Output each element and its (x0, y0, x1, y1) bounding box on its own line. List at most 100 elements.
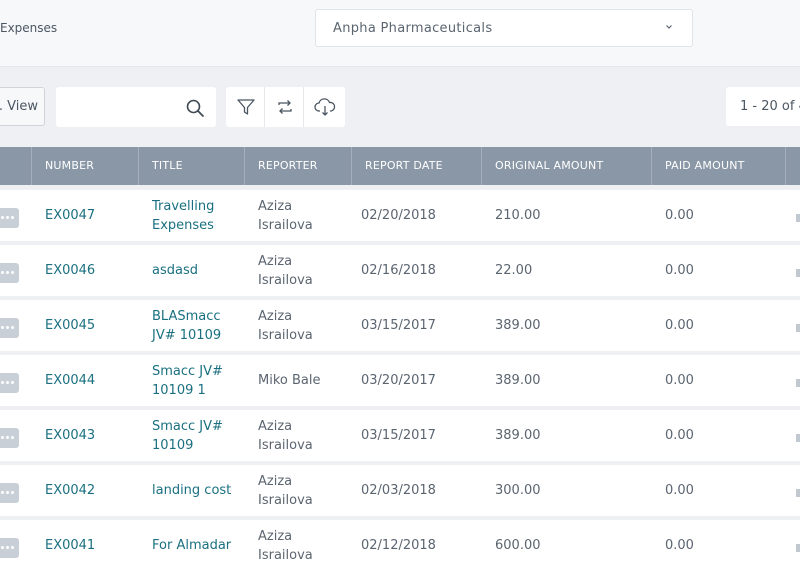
column-header-original-amount[interactable]: Original Amount (481, 147, 651, 185)
table-row[interactable]: EX0041 For Almadar Aziza Israilova 02/12/201… (0, 520, 800, 571)
original-amount-line: 600.00 (495, 538, 541, 553)
expense-title-link[interactable]: asdasd (152, 261, 198, 280)
view-button-label: View ... (0, 99, 38, 114)
column-header-title[interactable]: Title (138, 147, 244, 185)
sync-icon (278, 100, 292, 114)
report-date-line: 03/20/2017 (361, 373, 436, 388)
expense-title-link[interactable]: Travelling Expenses (152, 197, 214, 235)
original-amount: 22.00 (495, 261, 532, 280)
row-actions-icon[interactable] (0, 208, 19, 228)
original-amount: 300.00 (495, 481, 541, 500)
column-header-report-date[interactable]: Report Date (351, 147, 481, 185)
table-row[interactable]: EX0046 asdasd Aziza Israilova 02/16/2018 22.0… (0, 245, 800, 296)
expense-title-link[interactable]: For Almadar (152, 536, 231, 555)
expense-title-link[interactable]: BLASmacc JV# 10109 (152, 307, 221, 345)
expense-number-link[interactable]: EX0044 (45, 371, 95, 390)
row-actions-icon[interactable] (0, 373, 19, 393)
search-input[interactable] (56, 87, 176, 127)
reporter-name: Aziza Israilova (258, 197, 313, 235)
expense-number-link[interactable]: EX0043 (45, 426, 95, 445)
expense-number-link[interactable]: EX0042 (45, 481, 95, 500)
expense-title-link[interactable]: Smacc JV# 10109 1 (152, 362, 223, 400)
expense-title-link-line: Smacc JV# (152, 364, 223, 379)
reporter-name-line: Israilova (258, 548, 313, 563)
expense-title-link-line: Expenses (152, 218, 214, 233)
row-actions-icon[interactable] (0, 428, 19, 448)
reporter-name-line: Israilova (258, 218, 313, 233)
top-bar: Expenses Anpha Pharmaceuticals (0, 0, 800, 67)
paid-amount: 0.00 (665, 426, 694, 445)
expense-title-link[interactable]: landing cost (152, 481, 231, 500)
paid-amount: 0.00 (665, 206, 694, 225)
search-icon[interactable] (185, 98, 205, 118)
expense-number-link-line: EX0042 (45, 483, 96, 498)
reporter-name-line: Aziza (258, 419, 293, 434)
cloud-download-icon (314, 98, 336, 116)
expense-number-link[interactable]: EX0045 (45, 316, 95, 335)
original-amount: 389.00 (495, 371, 541, 390)
expense-title-link-line: Travelling (152, 199, 215, 214)
report-date-line: 02/16/2018 (361, 263, 436, 278)
reporter-name-line: Aziza (258, 199, 293, 214)
reporter-name-line: Aziza (258, 474, 293, 489)
company-select-value: Anpha Pharmaceuticals (333, 21, 493, 36)
pagination-text: 1 - 20 of 4 (740, 99, 800, 114)
paid-amount: 0.00 (665, 481, 694, 500)
reporter-name-line: Aziza (258, 309, 293, 324)
paid-amount-line: 0.00 (665, 428, 694, 443)
clipped-column-cell (796, 214, 800, 222)
filter-icon (237, 99, 255, 115)
download-button[interactable] (304, 87, 345, 127)
reporter-name-line: Aziza (258, 254, 293, 269)
filter-button[interactable] (226, 87, 265, 127)
paid-amount-line: 0.00 (665, 538, 694, 553)
report-date-line: 02/20/2018 (361, 208, 436, 223)
column-header-next[interactable] (785, 147, 800, 185)
row-actions-icon[interactable] (0, 483, 19, 503)
reporter-name-line: Israilova (258, 273, 313, 288)
expense-number-link-line: EX0045 (45, 318, 96, 333)
sync-button[interactable] (265, 87, 304, 127)
report-date-line: 02/12/2018 (361, 538, 436, 553)
paid-amount-line: 0.00 (665, 373, 694, 388)
report-date: 03/15/2017 (361, 316, 436, 335)
column-header-paid-amount[interactable]: Paid Amount (651, 147, 785, 185)
row-actions-icon[interactable] (0, 318, 19, 338)
column-header-number[interactable]: Number (31, 147, 137, 185)
expense-number-link[interactable]: EX0041 (45, 536, 95, 555)
expense-title-link-line: asdasd (152, 263, 198, 278)
table-row[interactable]: EX0042 landing cost Aziza Israilova 02/03/20… (0, 465, 800, 516)
table-row[interactable]: EX0047 Travelling Expenses Aziza Israilova 02… (0, 190, 800, 241)
reporter-name-line: Aziza (258, 529, 293, 544)
reporter-name: Aziza Israilova (258, 417, 313, 455)
table-row[interactable]: EX0043 Smacc JV# 10109 Aziza Israilova 03/15/… (0, 410, 800, 461)
paid-amount-line: 0.00 (665, 263, 694, 278)
column-header-reporter[interactable]: Reporter (244, 147, 351, 185)
original-amount-line: 300.00 (495, 483, 541, 498)
chevron-down-icon (666, 25, 672, 29)
row-actions-icon[interactable] (0, 538, 19, 558)
expense-number-link-line: EX0047 (45, 208, 96, 223)
clipped-column-cell (796, 269, 800, 277)
report-date: 02/16/2018 (361, 261, 436, 280)
expense-number-link[interactable]: EX0047 (45, 206, 95, 225)
paid-amount: 0.00 (665, 371, 694, 390)
clipped-column-cell (796, 489, 800, 497)
expense-title-link-line: BLASmacc (152, 309, 221, 324)
expense-title-link-line: Smacc JV# (152, 419, 223, 434)
table-row[interactable]: EX0044 Smacc JV# 10109 1 Miko Bale 03/20/201… (0, 355, 800, 406)
original-amount-line: 389.00 (495, 318, 541, 333)
expense-number-link-line: EX0043 (45, 428, 96, 443)
table-row[interactable]: EX0045 BLASmacc JV# 10109 Aziza Israilova 03/… (0, 300, 800, 351)
expense-title-link[interactable]: Smacc JV# 10109 (152, 417, 223, 455)
original-amount: 389.00 (495, 316, 541, 335)
report-date-line: 02/03/2018 (361, 483, 436, 498)
company-select[interactable]: Anpha Pharmaceuticals (315, 9, 693, 47)
row-actions-icon[interactable] (0, 263, 19, 283)
expense-number-link[interactable]: EX0046 (45, 261, 95, 280)
report-date: 02/03/2018 (361, 481, 436, 500)
reporter-name-line: Miko Bale (258, 373, 321, 388)
view-button[interactable]: View ... (0, 87, 45, 126)
original-amount-line: 389.00 (495, 428, 541, 443)
paid-amount-line: 0.00 (665, 483, 694, 498)
